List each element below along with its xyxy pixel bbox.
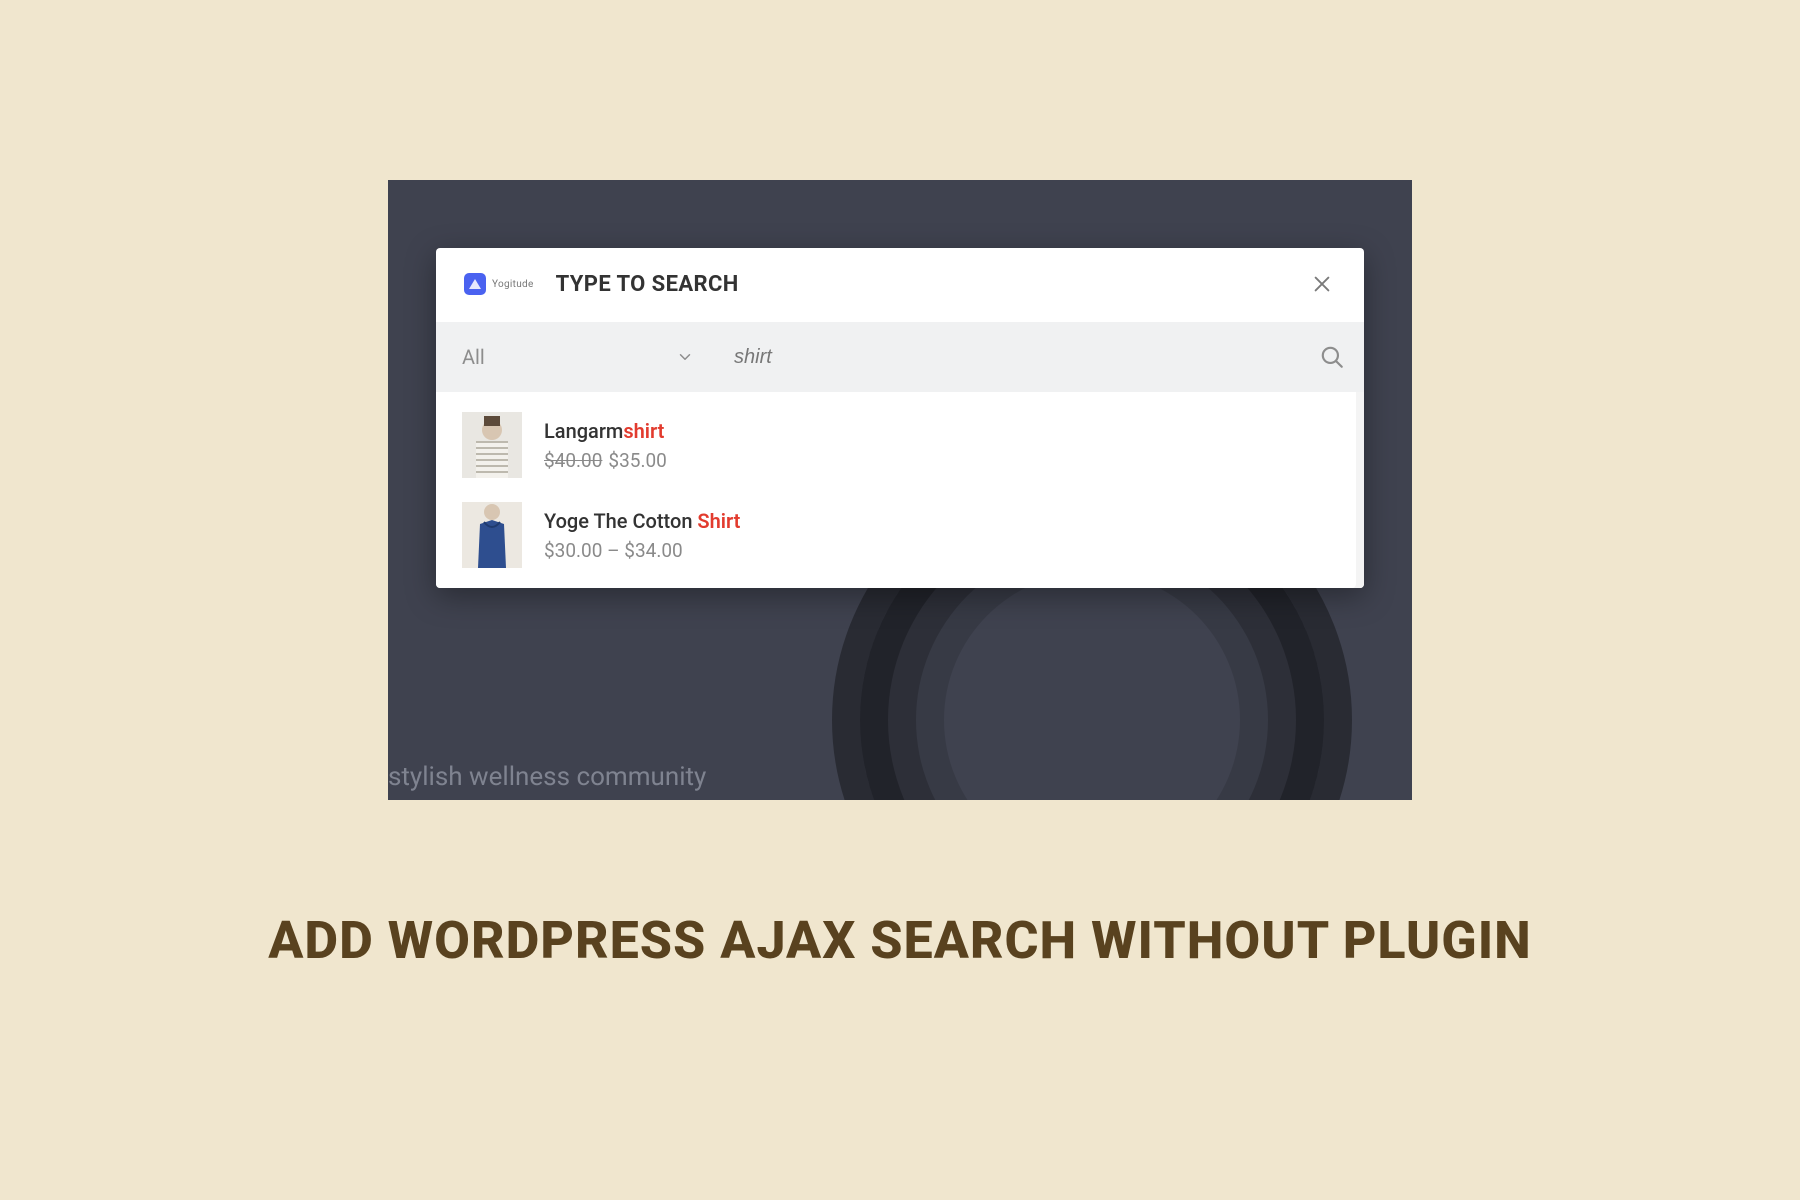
product-image-icon: [462, 502, 522, 568]
search-result-item[interactable]: Yoge The Cotton Shirt $30.00 – $34.00: [436, 488, 1364, 578]
category-select[interactable]: All: [436, 322, 716, 392]
result-title: Langarmshirt: [544, 419, 667, 443]
result-title: Yoge The Cotton Shirt: [544, 509, 740, 533]
site-logo[interactable]: Yogitude: [464, 273, 534, 295]
result-thumbnail: [462, 412, 522, 478]
search-modal: Yogitude TYPE TO SEARCH All: [436, 248, 1364, 588]
chevron-down-icon: [676, 348, 694, 366]
close-icon: [1311, 273, 1333, 295]
result-price: $30.00 – $34.00: [544, 539, 740, 562]
background-tagline: stylish wellness community: [388, 762, 706, 792]
modal-title: TYPE TO SEARCH: [556, 272, 739, 297]
search-submit-button[interactable]: [1300, 322, 1364, 392]
search-icon: [1319, 344, 1345, 370]
screenshot-stage: stylish wellness community Yogitude TYPE…: [388, 180, 1412, 800]
search-results: Langarmshirt $40.00$35.00: [436, 392, 1364, 588]
modal-header: Yogitude TYPE TO SEARCH: [436, 248, 1364, 308]
result-thumbnail: [462, 502, 522, 568]
logo-mark-icon: [464, 273, 486, 295]
product-image-icon: [462, 412, 522, 478]
search-result-item[interactable]: Langarmshirt $40.00$35.00: [436, 398, 1364, 488]
search-input[interactable]: [716, 322, 1300, 392]
result-text: Yoge The Cotton Shirt $30.00 – $34.00: [544, 509, 740, 562]
logo-text: Yogitude: [492, 279, 534, 290]
search-bar: All: [436, 322, 1364, 392]
result-text: Langarmshirt $40.00$35.00: [544, 419, 667, 472]
close-button[interactable]: [1308, 270, 1336, 298]
category-selected-label: All: [462, 345, 485, 369]
page-headline: ADD WORDPRESS AJAX SEARCH WITHOUT PLUGIN: [268, 910, 1532, 971]
result-price: $40.00$35.00: [544, 449, 667, 472]
